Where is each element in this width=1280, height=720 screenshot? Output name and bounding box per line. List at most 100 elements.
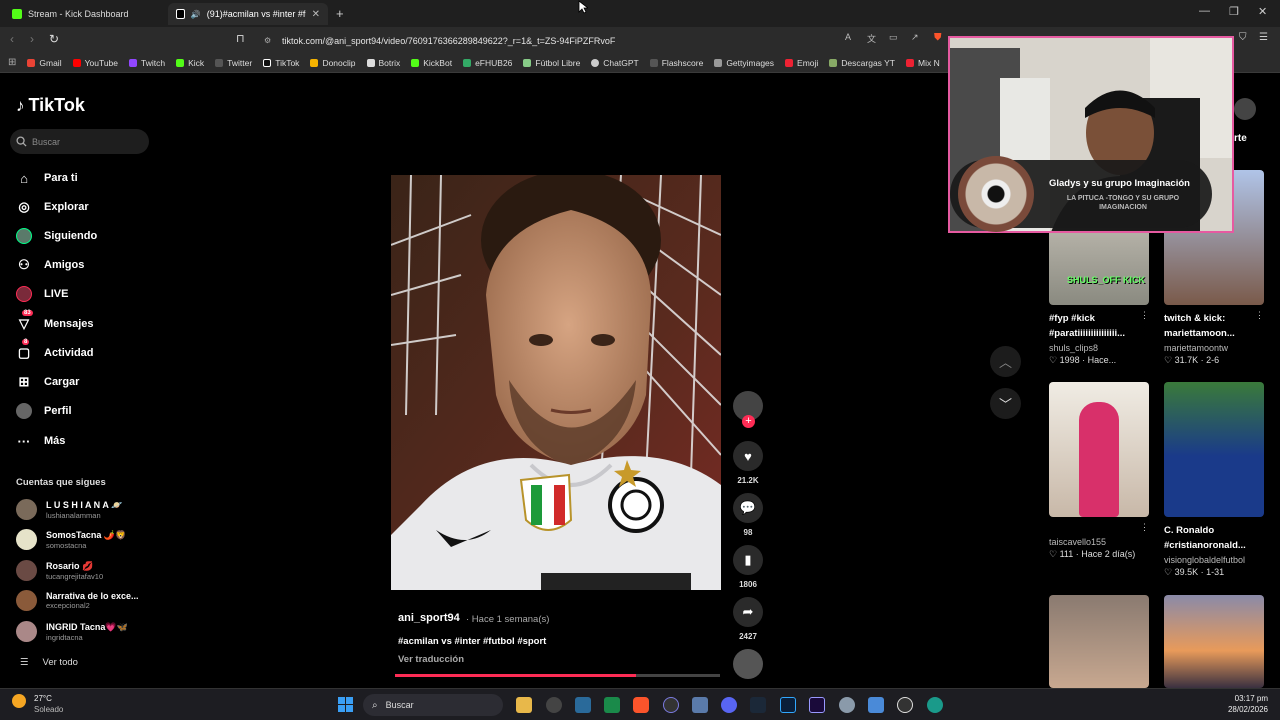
save-button[interactable]: ▮ (733, 545, 763, 575)
forward-icon[interactable]: › (30, 32, 34, 46)
photoshop-icon[interactable] (780, 697, 796, 713)
nav-para-ti[interactable]: ⌂ Para ti (16, 170, 78, 186)
nav-mensajes[interactable]: ▽ 83 Mensajes (16, 310, 94, 332)
bookmark-kick[interactable]: Kick (176, 58, 204, 68)
activity-icon: ▢ 8 (17, 339, 31, 360)
bookmark-mix[interactable]: Mix N (906, 58, 940, 68)
following-account[interactable]: Rosario 💋 tucangrejitafav10 (16, 560, 103, 581)
brave-browser-icon[interactable] (633, 697, 649, 713)
video-progress-bar[interactable] (395, 674, 720, 677)
bookmark-twitter[interactable]: Twitter (215, 58, 252, 68)
following-account[interactable]: SomosTacna 🌶️🦁 somostacna (16, 529, 126, 550)
back-icon[interactable]: ‹ (10, 32, 14, 46)
video-user: visionglobaldelfutbol (1164, 555, 1246, 565)
follow-plus-icon[interactable]: + (742, 415, 755, 428)
bookmark-flashscore[interactable]: Flashscore (649, 58, 703, 68)
bookmark-futbol-libre[interactable]: Fútbol Libre (523, 58, 580, 68)
following-account[interactable]: INGRID Tacna💗🦋 ingridtacna (16, 621, 128, 642)
translate-link[interactable]: Ver traducción (398, 654, 464, 665)
see-all-link[interactable]: ☰ Ver todo (20, 657, 78, 668)
scroll-up-button[interactable]: ︿ (990, 346, 1021, 377)
nav-explorar[interactable]: ◎ Explorar (16, 199, 88, 215)
recommended-video-card[interactable]: taiscavello155 ♡ 111 · Hace 2 día(s) (1049, 382, 1149, 560)
share-page-icon[interactable]: ↗ (911, 32, 919, 43)
weather-desc[interactable]: Soleado (34, 705, 63, 714)
nav-mas[interactable]: ··· Más (16, 433, 66, 449)
recommended-video-card[interactable]: C. Ronaldo #cristianoronald... visionglo… (1164, 382, 1264, 578)
brave-shield-icon[interactable]: ⛊ (934, 32, 942, 43)
bookmark-gmail[interactable]: Gmail (27, 58, 62, 68)
player-icon[interactable] (897, 697, 913, 713)
bookmark-emoji[interactable]: Emoji (785, 58, 818, 68)
video-hashtags[interactable]: #acmilan vs #inter #futbol #sport (398, 636, 546, 647)
more-options-icon[interactable]: ⋮ (1255, 310, 1264, 321)
bookmark-chatgpt[interactable]: ChatGPT (591, 58, 639, 68)
app-icon[interactable] (575, 697, 591, 713)
cast-icon[interactable]: ▭ (889, 32, 898, 43)
recommended-video-thumbnail[interactable] (1164, 595, 1264, 688)
clock-time[interactable]: 03:17 pm (1220, 694, 1268, 703)
windows-start-icon[interactable] (338, 697, 353, 712)
menu-icon[interactable]: ☰ (1259, 32, 1268, 43)
new-tab-button[interactable]: + (336, 6, 344, 21)
close-window-icon[interactable]: ✕ (1258, 5, 1267, 18)
tab-tiktok-video[interactable]: 🔊 (91)#acmilan vs #inter #futbo ✕ (168, 3, 328, 25)
bookmark-twitch[interactable]: Twitch (129, 58, 165, 68)
nav-perfil[interactable]: Perfil (16, 403, 72, 419)
media-player-icon[interactable] (663, 697, 679, 713)
video-author[interactable]: ani_sport94 (398, 612, 460, 624)
comment-button[interactable]: 💬 (733, 493, 763, 523)
premiere-icon[interactable] (809, 697, 825, 713)
clock-date[interactable]: 28/02/2026 (1220, 705, 1268, 714)
nav-cargar[interactable]: ⊞ Cargar (16, 374, 80, 390)
nav-siguiendo[interactable]: Siguiendo (16, 228, 97, 244)
recommended-video-thumbnail[interactable] (1049, 595, 1149, 688)
apps-grid-icon[interactable]: ⊞ (8, 57, 16, 68)
more-options-icon[interactable]: ⋮ (1140, 522, 1149, 533)
settings-gear-icon[interactable] (839, 697, 855, 713)
share-button[interactable]: ➦ (733, 597, 763, 627)
bookmark-kickbot[interactable]: KickBot (411, 58, 452, 68)
bookmark-icon[interactable]: ⊓ (236, 32, 245, 45)
edge-icon[interactable] (927, 697, 943, 713)
minimize-icon[interactable]: — (1199, 5, 1210, 17)
video-player[interactable] (391, 175, 721, 590)
bookmark-efhub26[interactable]: eFHUB26 (463, 58, 512, 68)
tab-kick-dashboard[interactable]: Stream - Kick Dashboard (4, 3, 164, 25)
nav-amigos[interactable]: ⚇ Amigos (16, 257, 84, 273)
more-options-icon[interactable]: ⋮ (1140, 310, 1149, 321)
taskbar-search[interactable]: ⌕ Buscar (363, 694, 503, 716)
search-input[interactable]: Buscar (10, 129, 149, 154)
bookmark-gettyimages[interactable]: Gettyimages (714, 58, 774, 68)
nav-actividad[interactable]: ▢ 8 Actividad (16, 339, 94, 361)
scroll-down-button[interactable]: ﹀ (990, 388, 1021, 419)
following-account[interactable]: L U S H I A N A 🪐 lushianalamman (16, 499, 122, 520)
steam-icon[interactable] (750, 697, 766, 713)
user-avatar-icon[interactable] (1234, 98, 1256, 120)
bookmark-descargas-yt[interactable]: Descargas YT (829, 58, 895, 68)
bookmark-youtube[interactable]: YouTube (72, 58, 118, 68)
following-account[interactable]: Narrativa de lo exce... excepcional2 (16, 590, 139, 611)
site-settings-icon[interactable]: ⚙ (264, 36, 271, 45)
maximize-icon[interactable]: ❐ (1229, 5, 1239, 18)
notepad-icon[interactable] (868, 697, 884, 713)
bookmark-donoclip[interactable]: Donoclip (310, 58, 356, 68)
close-tab-icon[interactable]: ✕ (312, 9, 320, 20)
file-explorer-icon[interactable] (516, 697, 532, 713)
nav-live[interactable]: LIVE (16, 286, 68, 302)
read-mode-icon[interactable]: A (845, 32, 851, 42)
translate-icon[interactable]: 文 (867, 32, 876, 45)
app-icon[interactable] (604, 697, 620, 713)
vpn-icon[interactable]: ⛉ (1239, 32, 1247, 43)
activity-badge: 8 (22, 339, 30, 345)
bookmark-botrix[interactable]: Botrix (366, 58, 400, 68)
weather-temp[interactable]: 27°C (34, 694, 52, 703)
calculator-icon[interactable] (692, 697, 708, 713)
reload-icon[interactable]: ↻ (49, 32, 59, 46)
music-disc-icon[interactable] (733, 649, 763, 679)
tiktok-logo[interactable]: ♪ TikTok (16, 95, 85, 116)
bookmark-tiktok[interactable]: TikTok (263, 58, 299, 68)
discord-icon[interactable] (721, 697, 737, 713)
chatgpt-app-icon[interactable] (546, 697, 562, 713)
like-button[interactable]: ♥ (733, 441, 763, 471)
